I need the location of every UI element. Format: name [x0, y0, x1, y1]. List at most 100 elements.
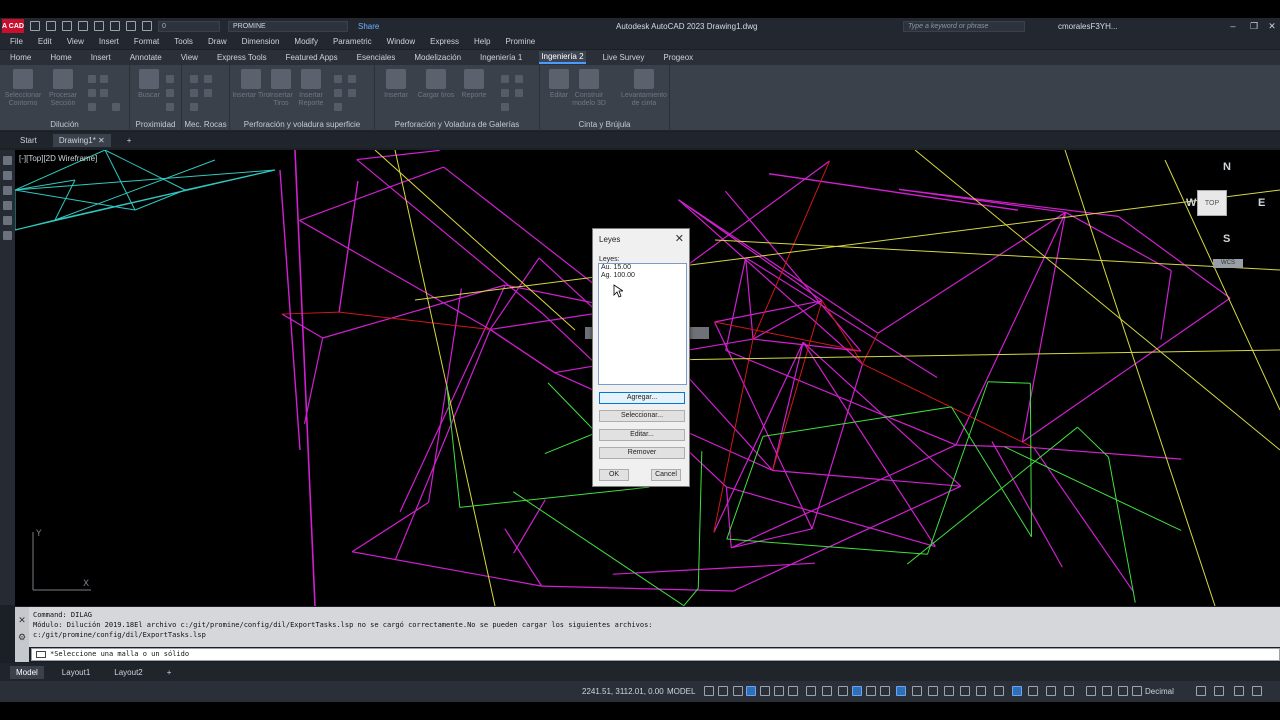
seleccionar-button[interactable]: Seleccionar...	[599, 410, 685, 422]
tool-icon[interactable]	[204, 89, 212, 97]
insertar-reporte-button[interactable]: Insertar Reporte	[292, 69, 330, 108]
menu-express[interactable]: Express	[430, 37, 459, 46]
palette-icon[interactable]	[3, 186, 12, 195]
cargar-tiros-button[interactable]: Cargar tiros	[417, 69, 455, 100]
tool-icon[interactable]	[348, 75, 356, 83]
units-dropdown[interactable]: Decimal	[1145, 687, 1174, 696]
command-prompt-icon[interactable]	[36, 651, 46, 658]
ribbon-tab[interactable]: Express Tools	[215, 52, 269, 63]
status-toggle-icon[interactable]	[896, 686, 906, 696]
menu-format[interactable]: Format	[134, 37, 159, 46]
ribbon-tab[interactable]: Live Survey	[601, 52, 647, 63]
status-toggle-icon[interactable]	[960, 686, 970, 696]
levantamiento-button[interactable]: Levantamiento de cinta	[620, 69, 668, 108]
status-toggle-icon[interactable]	[704, 686, 714, 696]
add-layout-button[interactable]: +	[161, 666, 178, 679]
ribbon-tab[interactable]: Ingeniería 1	[478, 52, 524, 63]
close-icon[interactable]: ✕	[15, 615, 29, 626]
procesar-seccion-button[interactable]: Procesar Sección	[44, 69, 82, 108]
tool-icon[interactable]	[100, 75, 108, 83]
undo-icon[interactable]	[110, 21, 120, 31]
status-toggle-icon[interactable]	[1028, 686, 1038, 696]
plot-icon[interactable]	[94, 21, 104, 31]
status-toggle-icon[interactable]	[1064, 686, 1074, 696]
tool-icon[interactable]	[501, 75, 509, 83]
close-tab-icon[interactable]: ✕	[98, 136, 105, 145]
close-icon[interactable]: ✕	[675, 232, 684, 245]
tab-layout2[interactable]: Layout2	[108, 666, 148, 679]
insertar-button[interactable]: Insertar	[377, 69, 415, 100]
ribbon-tab[interactable]: Insert	[89, 52, 113, 63]
tool-icon[interactable]	[190, 89, 198, 97]
lightbulb-icon[interactable]	[142, 21, 152, 31]
remover-button[interactable]: Remover	[599, 447, 685, 459]
list-item[interactable]: Au. 15.00	[599, 264, 686, 272]
buscar-button[interactable]: Buscar	[130, 69, 168, 100]
viewport-controls-label[interactable]: [-][Top][2D Wireframe]	[19, 154, 97, 163]
tool-icon[interactable]	[88, 75, 96, 83]
close-icon[interactable]: ✕	[1263, 18, 1280, 34]
palette-icon[interactable]	[3, 231, 12, 240]
seleccionar-contorno-button[interactable]: Seleccionar Contorno	[4, 69, 42, 108]
status-toggle-icon[interactable]	[1086, 686, 1096, 696]
status-toggle-icon[interactable]	[1046, 686, 1056, 696]
status-toggle-icon[interactable]	[944, 686, 954, 696]
status-toggle-icon[interactable]	[1252, 686, 1262, 696]
ribbon-tab-active[interactable]: Ingeniería 2	[539, 51, 586, 64]
restore-icon[interactable]: ❐	[1245, 18, 1263, 34]
help-search-input[interactable]: Type a keyword or phrase	[903, 20, 1025, 32]
menu-edit[interactable]: Edit	[38, 37, 52, 46]
menu-view[interactable]: View	[67, 37, 84, 46]
tool-icon[interactable]	[166, 75, 174, 83]
menu-modify[interactable]: Modify	[294, 37, 318, 46]
ribbon-tab[interactable]: Home	[48, 52, 73, 63]
ribbon-tab[interactable]: Progeox	[661, 52, 695, 63]
layer-dropdown[interactable]: 0	[158, 20, 220, 32]
tool-icon[interactable]	[204, 75, 212, 83]
status-toggle-icon[interactable]	[1214, 686, 1224, 696]
ok-button[interactable]: OK	[599, 469, 629, 481]
redo-icon[interactable]	[126, 21, 136, 31]
compass-south[interactable]: S	[1223, 233, 1230, 245]
model-space-toggle[interactable]: MODEL	[667, 687, 695, 696]
menu-draw[interactable]: Draw	[208, 37, 227, 46]
status-toggle-icon[interactable]	[806, 686, 816, 696]
tool-icon[interactable]	[190, 75, 198, 83]
workspace-dropdown[interactable]: PROMINE	[228, 20, 348, 32]
tool-icon[interactable]	[112, 103, 120, 111]
construir-modelo-button[interactable]: Construir modelo 3D	[570, 69, 608, 108]
leyes-listbox[interactable]: Au. 15.00 Ag. 100.00	[598, 263, 687, 385]
reporte-button[interactable]: Reporte	[455, 69, 493, 100]
status-toggle-icon[interactable]	[880, 686, 890, 696]
compass-east[interactable]: E	[1258, 197, 1265, 209]
palette-icon[interactable]	[3, 156, 12, 165]
status-toggle-icon[interactable]	[733, 686, 743, 696]
coordinates-readout[interactable]: 2241.51, 3112.01, 0.00	[582, 687, 664, 696]
ribbon-tab[interactable]: Home	[8, 52, 33, 63]
status-toggle-icon[interactable]	[822, 686, 832, 696]
menu-tools[interactable]: Tools	[174, 37, 193, 46]
list-item[interactable]: Ag. 100.00	[599, 272, 686, 280]
tool-icon[interactable]	[334, 103, 342, 111]
status-toggle-icon[interactable]	[760, 686, 770, 696]
palette-icon[interactable]	[3, 201, 12, 210]
palette-icon[interactable]	[3, 216, 12, 225]
minimize-icon[interactable]: –	[1224, 18, 1242, 34]
ribbon-tab[interactable]: View	[179, 52, 200, 63]
tool-icon[interactable]	[515, 75, 523, 83]
status-toggle-icon[interactable]	[852, 686, 862, 696]
compass-west[interactable]: W	[1186, 197, 1196, 209]
menu-help[interactable]: Help	[474, 37, 490, 46]
autocad-logo[interactable]: A CAD	[2, 19, 24, 33]
menu-insert[interactable]: Insert	[99, 37, 119, 46]
status-toggle-icon[interactable]	[994, 686, 1004, 696]
status-toggle-icon[interactable]	[976, 686, 986, 696]
viewcube-top[interactable]: TOP	[1197, 190, 1227, 216]
save-as-icon[interactable]	[78, 21, 88, 31]
tool-icon[interactable]	[334, 89, 342, 97]
status-toggle-icon[interactable]	[1102, 686, 1112, 696]
ribbon-tab[interactable]: Featured Apps	[284, 52, 340, 63]
status-toggle-icon[interactable]	[838, 686, 848, 696]
status-toggle-icon[interactable]	[928, 686, 938, 696]
menu-promine[interactable]: Promine	[505, 37, 535, 46]
